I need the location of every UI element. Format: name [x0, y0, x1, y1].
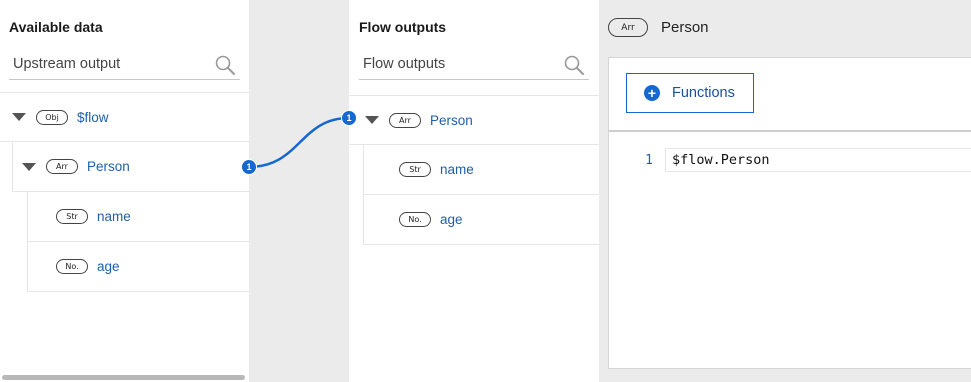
collapse-caret-icon[interactable]	[365, 116, 379, 124]
mapping-target-dot[interactable]: 1	[341, 110, 357, 126]
functions-button-label: Functions	[672, 85, 735, 101]
functions-button[interactable]: + Functions	[626, 73, 754, 113]
type-badge-array: Arr	[608, 18, 648, 37]
tree-node-label: Person	[87, 159, 130, 174]
output-node-label: age	[440, 212, 463, 227]
editor-title: Person	[661, 19, 709, 36]
search-icon[interactable]	[563, 54, 585, 76]
collapse-caret-icon[interactable]	[22, 162, 36, 171]
type-badge-number: No.	[56, 259, 88, 274]
search-icon[interactable]	[214, 54, 236, 76]
tree-node-label: $flow	[77, 109, 109, 125]
code-line[interactable]: 1 $flow.Person	[609, 148, 971, 172]
horizontal-scrollbar[interactable]	[2, 375, 245, 380]
type-badge-string: Str	[56, 209, 88, 224]
outputs-search	[359, 50, 589, 80]
tree-node-flow[interactable]: Obj $flow	[0, 92, 249, 142]
available-data-title: Available data	[9, 19, 103, 35]
upstream-search	[9, 50, 240, 80]
tree-node-label: age	[97, 259, 120, 274]
mapping-link-line	[248, 116, 350, 169]
output-node-label: Person	[430, 112, 473, 128]
mapping-editor-panel: Arr Person + Functions 1 $flow.Person	[599, 0, 971, 382]
flow-outputs-title: Flow outputs	[359, 19, 447, 35]
output-node-name[interactable]: Str name	[363, 145, 599, 195]
tree-node-age[interactable]: No. age	[27, 242, 249, 292]
mapping-source-dot[interactable]: 1	[241, 159, 257, 175]
output-node-person[interactable]: Arr Person	[349, 95, 599, 145]
tree-node-name[interactable]: Str name	[27, 192, 249, 242]
available-data-panel: Available data Obj $flow Arr Person Str …	[0, 0, 249, 382]
upstream-search-input[interactable]	[9, 50, 199, 78]
output-node-label: name	[440, 162, 474, 177]
expression-editor[interactable]: + Functions 1 $flow.Person	[608, 57, 971, 369]
type-badge-array: Arr	[389, 112, 421, 128]
editor-header: Arr Person	[608, 18, 709, 37]
type-badge-array: Arr	[46, 159, 78, 174]
editor-divider	[609, 130, 971, 132]
type-badge-object: Obj	[36, 109, 68, 125]
plus-circle-icon: +	[644, 85, 660, 101]
type-badge-string: Str	[399, 162, 431, 177]
tree-node-person[interactable]: Arr Person	[12, 142, 249, 192]
tree-node-label: name	[97, 209, 131, 224]
line-number: 1	[645, 152, 653, 168]
flow-outputs-panel: Flow outputs Arr Person Str name No. age	[349, 0, 599, 382]
collapse-caret-icon[interactable]	[12, 113, 26, 121]
output-node-age[interactable]: No. age	[363, 195, 599, 245]
outputs-search-input[interactable]	[359, 50, 549, 78]
code-text[interactable]: $flow.Person	[665, 148, 971, 172]
type-badge-number: No.	[399, 212, 431, 227]
